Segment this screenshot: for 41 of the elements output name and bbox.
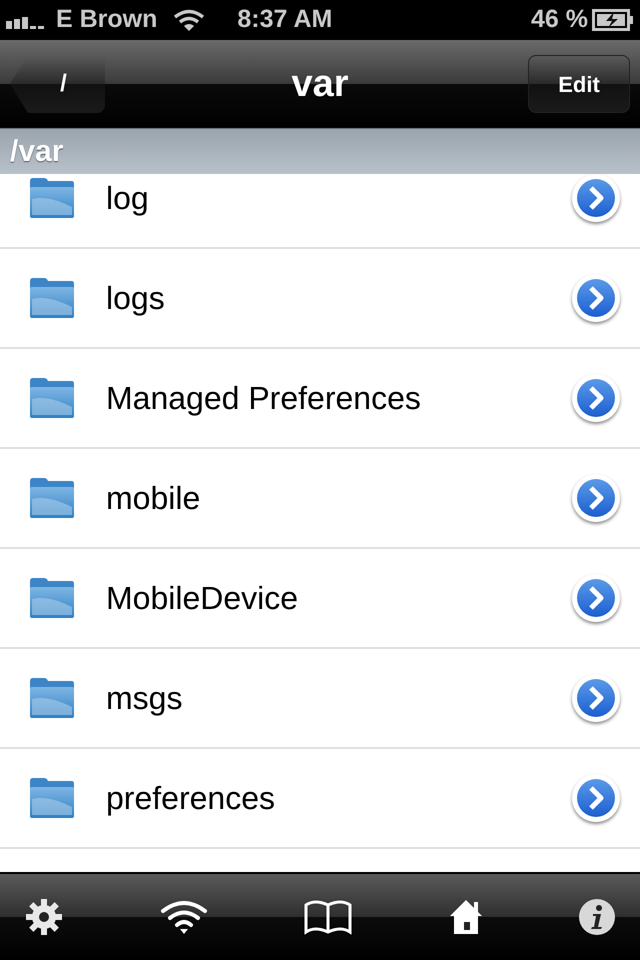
folder-name: msgs [106, 679, 182, 718]
section-title: /var [10, 134, 64, 170]
folder-row[interactable]: msgs [0, 649, 640, 749]
wifi-icon[interactable] [158, 899, 208, 935]
wifi-signal-icon [173, 8, 206, 32]
info-icon[interactable] [578, 898, 616, 936]
navigation-title: var [291, 62, 349, 106]
folder-row[interactable]: mobile [0, 449, 640, 549]
folder-row[interactable]: logs [0, 249, 640, 349]
disclosure-button[interactable] [572, 474, 620, 522]
folder-row[interactable]: log [0, 174, 640, 249]
folder-icon [28, 477, 76, 519]
folder-name: Managed Preferences [106, 379, 421, 418]
folder-icon [28, 177, 76, 219]
disclosure-button[interactable] [572, 274, 620, 322]
folder-icon [28, 677, 76, 719]
carrier-name: E Brown [56, 4, 158, 36]
battery-icon [592, 9, 634, 31]
folder-icon [28, 577, 76, 619]
folder-icon [28, 777, 76, 819]
book-icon[interactable] [303, 899, 353, 935]
folder-row[interactable]: Managed Preferences [0, 349, 640, 449]
disclosure-button[interactable] [572, 174, 620, 222]
disclosure-button[interactable] [572, 374, 620, 422]
disclosure-button[interactable] [572, 674, 620, 722]
settings-icon[interactable] [24, 897, 64, 937]
battery-percent: 46 % [531, 4, 588, 36]
edit-button[interactable]: Edit [528, 55, 630, 113]
folder-name: mobile [106, 479, 200, 518]
disclosure-button[interactable] [572, 774, 620, 822]
folder-name: MobileDevice [106, 579, 298, 618]
home-icon[interactable] [448, 898, 484, 936]
folder-name: log [106, 179, 149, 218]
folder-name: preferences [106, 779, 275, 818]
clock: 8:37 AM [237, 4, 332, 36]
folder-icon [28, 277, 76, 319]
folder-icon [28, 377, 76, 419]
folder-row[interactable]: preferences [0, 749, 640, 849]
folder-row[interactable]: MobileDevice [0, 549, 640, 649]
folder-name: logs [106, 279, 165, 318]
disclosure-button[interactable] [572, 574, 620, 622]
